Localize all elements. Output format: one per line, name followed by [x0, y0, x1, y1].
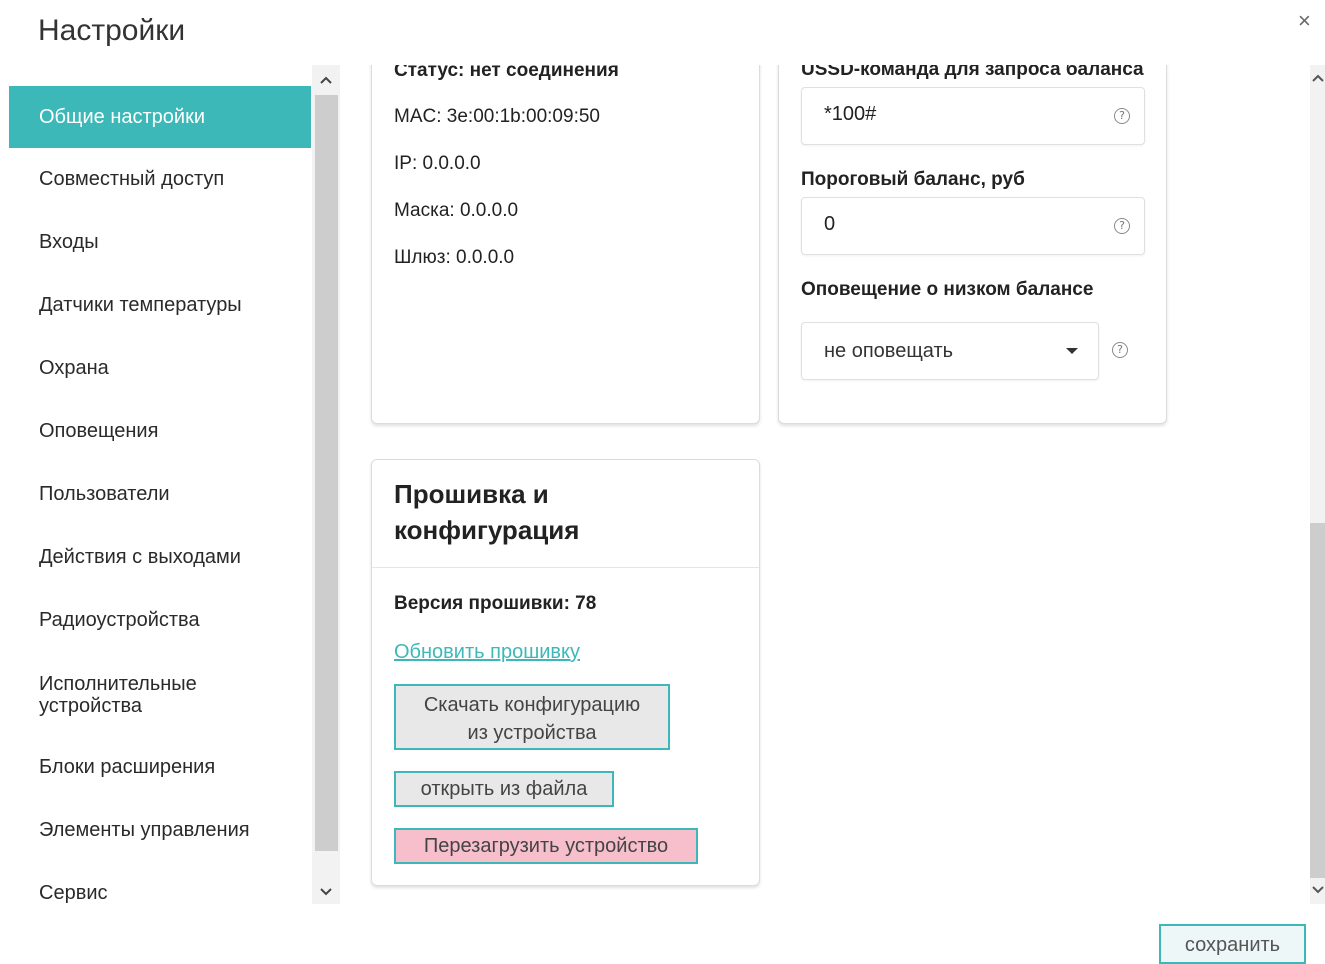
- reboot-device-button[interactable]: Перезагрузить устройство: [394, 828, 698, 864]
- sidebar-scrollbar[interactable]: [312, 65, 340, 904]
- firmware-card: Прошивка и конфигурация Версия прошивки:…: [371, 459, 760, 886]
- close-icon[interactable]: ×: [1298, 8, 1311, 34]
- scroll-down-icon[interactable]: [320, 883, 332, 899]
- gateway: Шлюз: 0.0.0.0: [394, 247, 515, 268]
- sidebar-item-temp-sensors[interactable]: Датчики температуры: [9, 294, 311, 317]
- ussd-value: *100#: [824, 103, 877, 125]
- help-icon[interactable]: ?: [1114, 108, 1130, 124]
- save-button[interactable]: сохранить: [1159, 924, 1306, 964]
- firmware-title: Прошивка и конфигурация: [394, 476, 579, 548]
- content-scrollbar[interactable]: [1310, 65, 1325, 904]
- mac-address: MAC: 3e:00:1b:00:09:50: [394, 106, 600, 127]
- balance-card: USSD-команда для запроса баланса *100# ?…: [778, 65, 1167, 424]
- help-icon[interactable]: ?: [1112, 342, 1128, 358]
- sidebar-item-output-actions[interactable]: Действия с выходами: [9, 546, 311, 569]
- scroll-up-icon[interactable]: [1312, 71, 1324, 85]
- sidebar-item-inputs[interactable]: Входы: [9, 231, 311, 254]
- firmware-title-line2: конфигурация: [394, 515, 580, 545]
- sidebar-item-expansion-units[interactable]: Блоки расширения: [9, 756, 311, 779]
- sidebar-item-general[interactable]: Общие настройки: [9, 86, 311, 148]
- ussd-input[interactable]: *100# ?: [801, 87, 1145, 145]
- settings-sidebar: Общие настройки Совместный доступ Входы …: [9, 65, 340, 904]
- sidebar-item-controls[interactable]: Элементы управления: [9, 819, 311, 842]
- download-config-line2: из устройства: [467, 722, 597, 744]
- help-icon[interactable]: ?: [1114, 218, 1130, 234]
- settings-content: Статус: нет соединения MAC: 3e:00:1b:00:…: [340, 65, 1310, 904]
- network-card: Статус: нет соединения MAC: 3e:00:1b:00:…: [371, 65, 760, 424]
- sidebar-item-users[interactable]: Пользователи: [9, 483, 311, 506]
- ip-address: IP: 0.0.0.0: [394, 153, 481, 174]
- notify-select[interactable]: не оповещать: [801, 322, 1099, 380]
- download-config-button[interactable]: Скачать конфигурацию из устройства: [394, 684, 670, 750]
- threshold-value: 0: [824, 213, 836, 235]
- network-status: Статус: нет соединения: [394, 65, 619, 81]
- caret-down-icon: [1066, 348, 1078, 354]
- ussd-label: USSD-команда для запроса баланса: [801, 65, 1144, 80]
- sidebar-item-shared-access[interactable]: Совместный доступ: [9, 168, 311, 191]
- scroll-down-icon[interactable]: [1312, 883, 1324, 897]
- sidebar-item-security[interactable]: Охрана: [9, 357, 311, 380]
- firmware-title-line1: Прошивка и: [394, 479, 549, 509]
- notify-label: Оповещение о низком балансе: [801, 279, 1094, 300]
- update-firmware-link[interactable]: Обновить прошивку: [394, 641, 580, 664]
- scroll-up-icon[interactable]: [320, 71, 332, 87]
- divider: [372, 567, 759, 568]
- subnet-mask: Маска: 0.0.0.0: [394, 200, 519, 221]
- threshold-label: Пороговый баланс, руб: [801, 169, 1025, 190]
- dialog-title: Настройки: [38, 14, 186, 47]
- open-file-button[interactable]: открыть из файла: [394, 771, 614, 807]
- content-scrollbar-thumb[interactable]: [1310, 523, 1325, 878]
- sidebar-scrollbar-thumb[interactable]: [315, 95, 338, 851]
- download-config-line1: Скачать конфигурацию: [423, 694, 641, 716]
- notify-value: не оповещать: [824, 340, 954, 362]
- sidebar-item-actuators[interactable]: Исполнительные устройства: [9, 673, 269, 717]
- firmware-version: Версия прошивки: 78: [394, 593, 597, 614]
- sidebar-item-radio-devices[interactable]: Радиоустройства: [9, 609, 311, 632]
- sidebar-item-notifications[interactable]: Оповещения: [9, 420, 311, 443]
- sidebar-item-service[interactable]: Сервис: [9, 882, 311, 904]
- threshold-input[interactable]: 0 ?: [801, 197, 1145, 255]
